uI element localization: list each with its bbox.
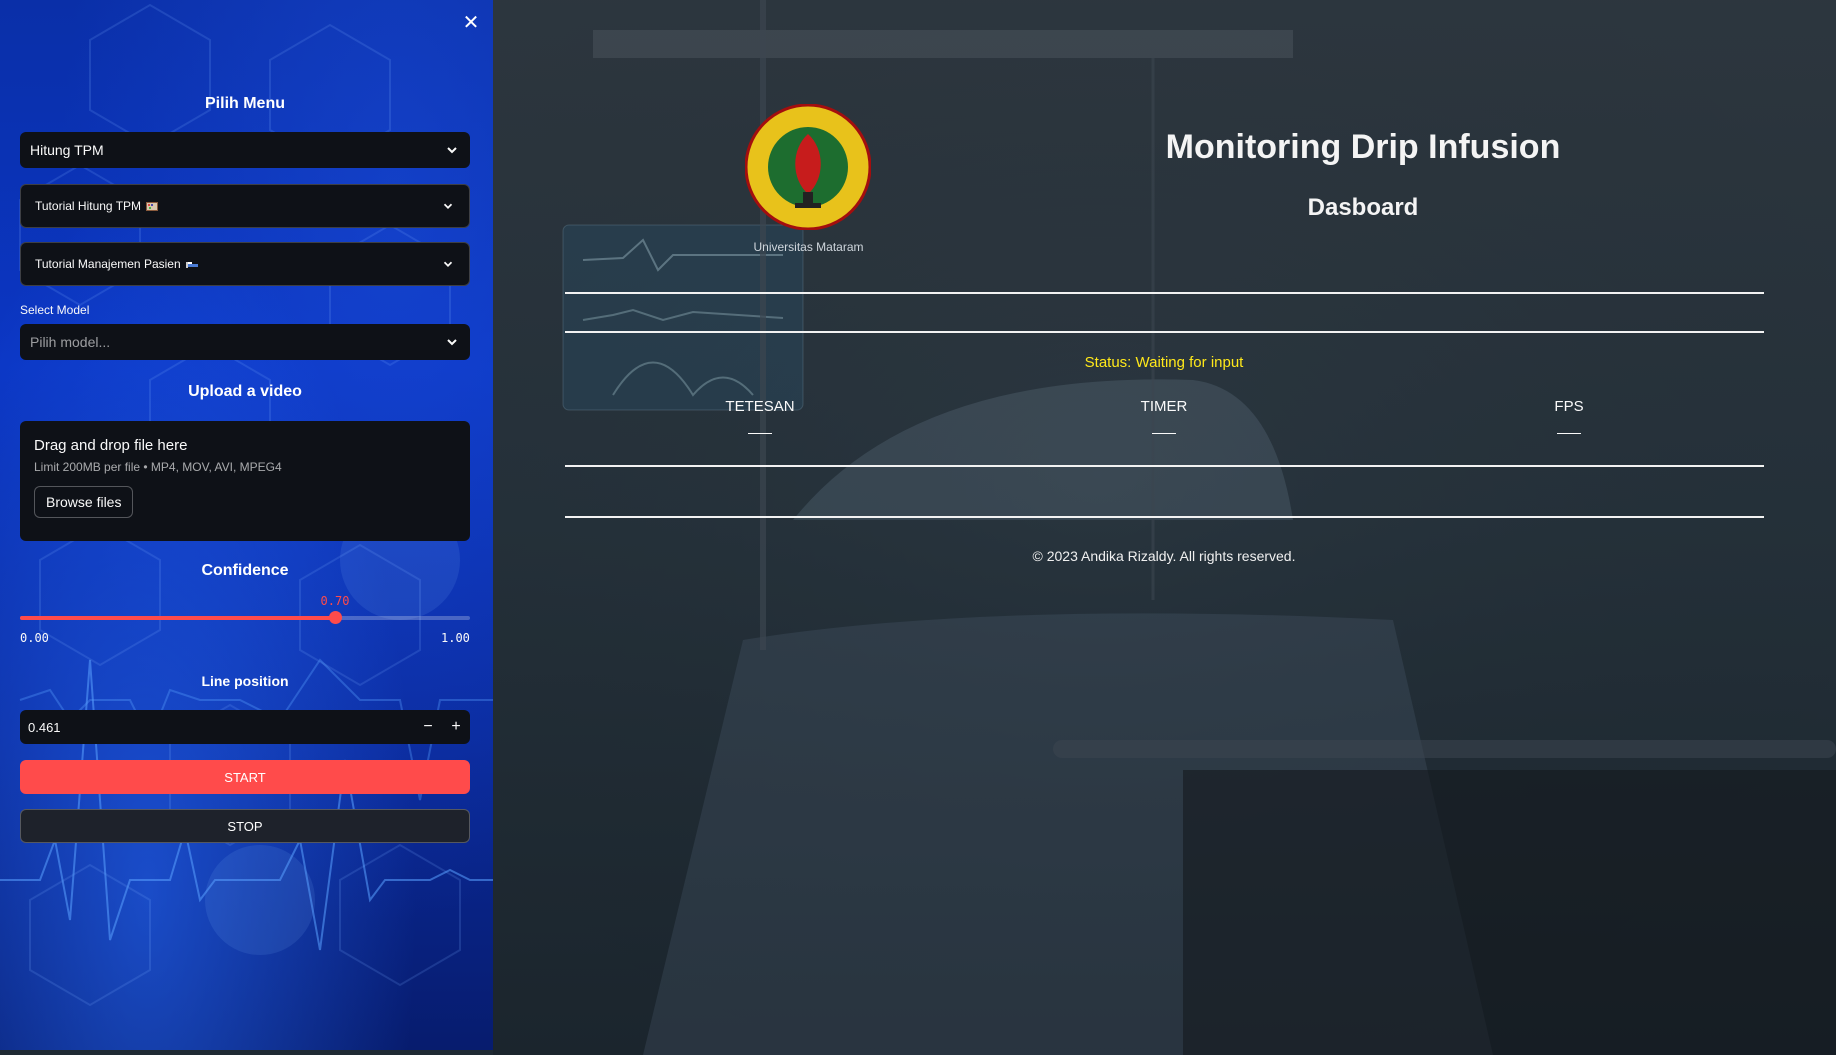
confidence-heading: Confidence <box>201 562 289 579</box>
chevron-down-icon <box>443 261 453 267</box>
upload-heading: Upload a video <box>188 383 302 400</box>
confidence-slider-fill <box>20 616 335 620</box>
metric-label: TETESAN <box>725 398 795 415</box>
menu-select[interactable]: Hitung TPM <box>20 132 470 168</box>
expander-tutorial-manajemen-pasien[interactable]: Tutorial Manajemen Pasien <box>20 242 470 286</box>
metric-value-empty <box>1557 433 1581 434</box>
menu-select-value: Hitung TPM <box>30 142 104 158</box>
model-select-placeholder: Pilih model... <box>30 334 111 350</box>
line-position-input[interactable]: 0.461 − + <box>20 710 470 744</box>
divider <box>565 331 1764 333</box>
model-select[interactable]: Pilih model... <box>20 324 470 360</box>
hospital-bed-icon <box>185 261 198 268</box>
file-uploader-dropzone[interactable]: Drag and drop file here Limit 200MB per … <box>20 421 470 541</box>
close-sidebar-button[interactable]: ✕ <box>460 12 482 34</box>
line-position-value[interactable]: 0.461 <box>20 720 414 735</box>
metric-tetesan: TETESAN <box>660 398 860 434</box>
line-position-heading: Line position <box>201 673 289 689</box>
metric-value-empty <box>748 433 772 434</box>
metric-fps: FPS <box>1469 398 1669 434</box>
model-label: Select Model <box>20 303 90 317</box>
logo-caption: Universitas Mataram <box>753 240 864 254</box>
abacus-icon <box>146 201 159 211</box>
increment-button[interactable]: + <box>442 718 470 736</box>
university-logo <box>745 104 871 230</box>
start-button[interactable]: START <box>20 760 470 794</box>
page-title: Monitoring Drip Infusion <box>1165 128 1561 166</box>
confidence-slider-value: 0.70 <box>320 594 350 608</box>
metric-label: FPS <box>1554 398 1584 415</box>
metric-value-empty <box>1152 433 1176 434</box>
confidence-min: 0.00 <box>20 631 49 645</box>
status-text: Status: Waiting for input <box>1084 354 1244 371</box>
expander-label: Tutorial Hitung TPM <box>35 199 142 213</box>
decrement-button[interactable]: − <box>414 718 442 736</box>
browse-files-button[interactable]: Browse files <box>34 486 134 518</box>
metric-timer: TIMER <box>1064 398 1264 434</box>
close-icon: ✕ <box>462 12 480 34</box>
menu-heading: Pilih Menu <box>205 95 285 112</box>
chevron-down-icon <box>447 339 457 346</box>
sidebar: ✕ Pilih Menu Hitung TPM Tutorial Hitung … <box>0 0 493 1050</box>
expander-tutorial-hitung-tpm[interactable]: Tutorial Hitung TPM <box>20 184 470 228</box>
footer-copyright: © 2023 Andika Rizaldy. All rights reserv… <box>1032 548 1296 564</box>
chevron-down-icon <box>447 147 457 154</box>
stop-button-label: STOP <box>227 818 263 834</box>
divider <box>565 465 1764 467</box>
start-button-label: START <box>224 769 266 785</box>
metric-label: TIMER <box>1140 398 1188 415</box>
divider <box>565 292 1764 294</box>
main-content: Universitas Mataram Monitoring Drip Infu… <box>493 0 1836 1055</box>
upload-limit: Limit 200MB per file • MP4, MOV, AVI, MP… <box>34 460 282 474</box>
confidence-slider[interactable] <box>20 611 470 624</box>
confidence-max: 1.00 <box>441 631 470 645</box>
confidence-slider-thumb[interactable] <box>329 611 342 624</box>
upload-title: Drag and drop file here <box>34 437 188 454</box>
expander-label: Tutorial Manajemen Pasien <box>35 257 181 271</box>
page-subtitle: Dasboard <box>1307 194 1419 221</box>
stop-button[interactable]: STOP <box>20 809 470 843</box>
chevron-down-icon <box>443 203 453 209</box>
divider <box>565 516 1764 518</box>
